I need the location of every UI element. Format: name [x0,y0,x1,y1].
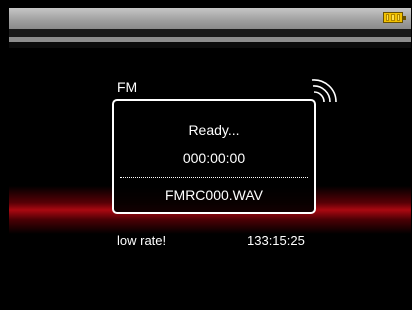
elapsed-time: 000:00:00 [182,150,246,166]
radio-mode-label: FM [117,79,138,95]
header-divider-shadow [9,42,411,48]
dotted-divider [120,177,308,178]
battery-icon [383,12,406,23]
fm-recorder-screen: FM Ready... 000:00:00 FMRC000.WAV low ra… [0,0,412,310]
header-divider [9,29,411,37]
recording-info-box: Ready... 000:00:00 FMRC000.WAV [112,99,316,214]
recording-filename: FMRC000.WAV [164,187,263,203]
status-bar [9,8,411,29]
remaining-time: 133:15:25 [247,233,305,248]
recording-status: Ready... [188,122,240,138]
low-rate-warning: low rate! [117,233,167,248]
